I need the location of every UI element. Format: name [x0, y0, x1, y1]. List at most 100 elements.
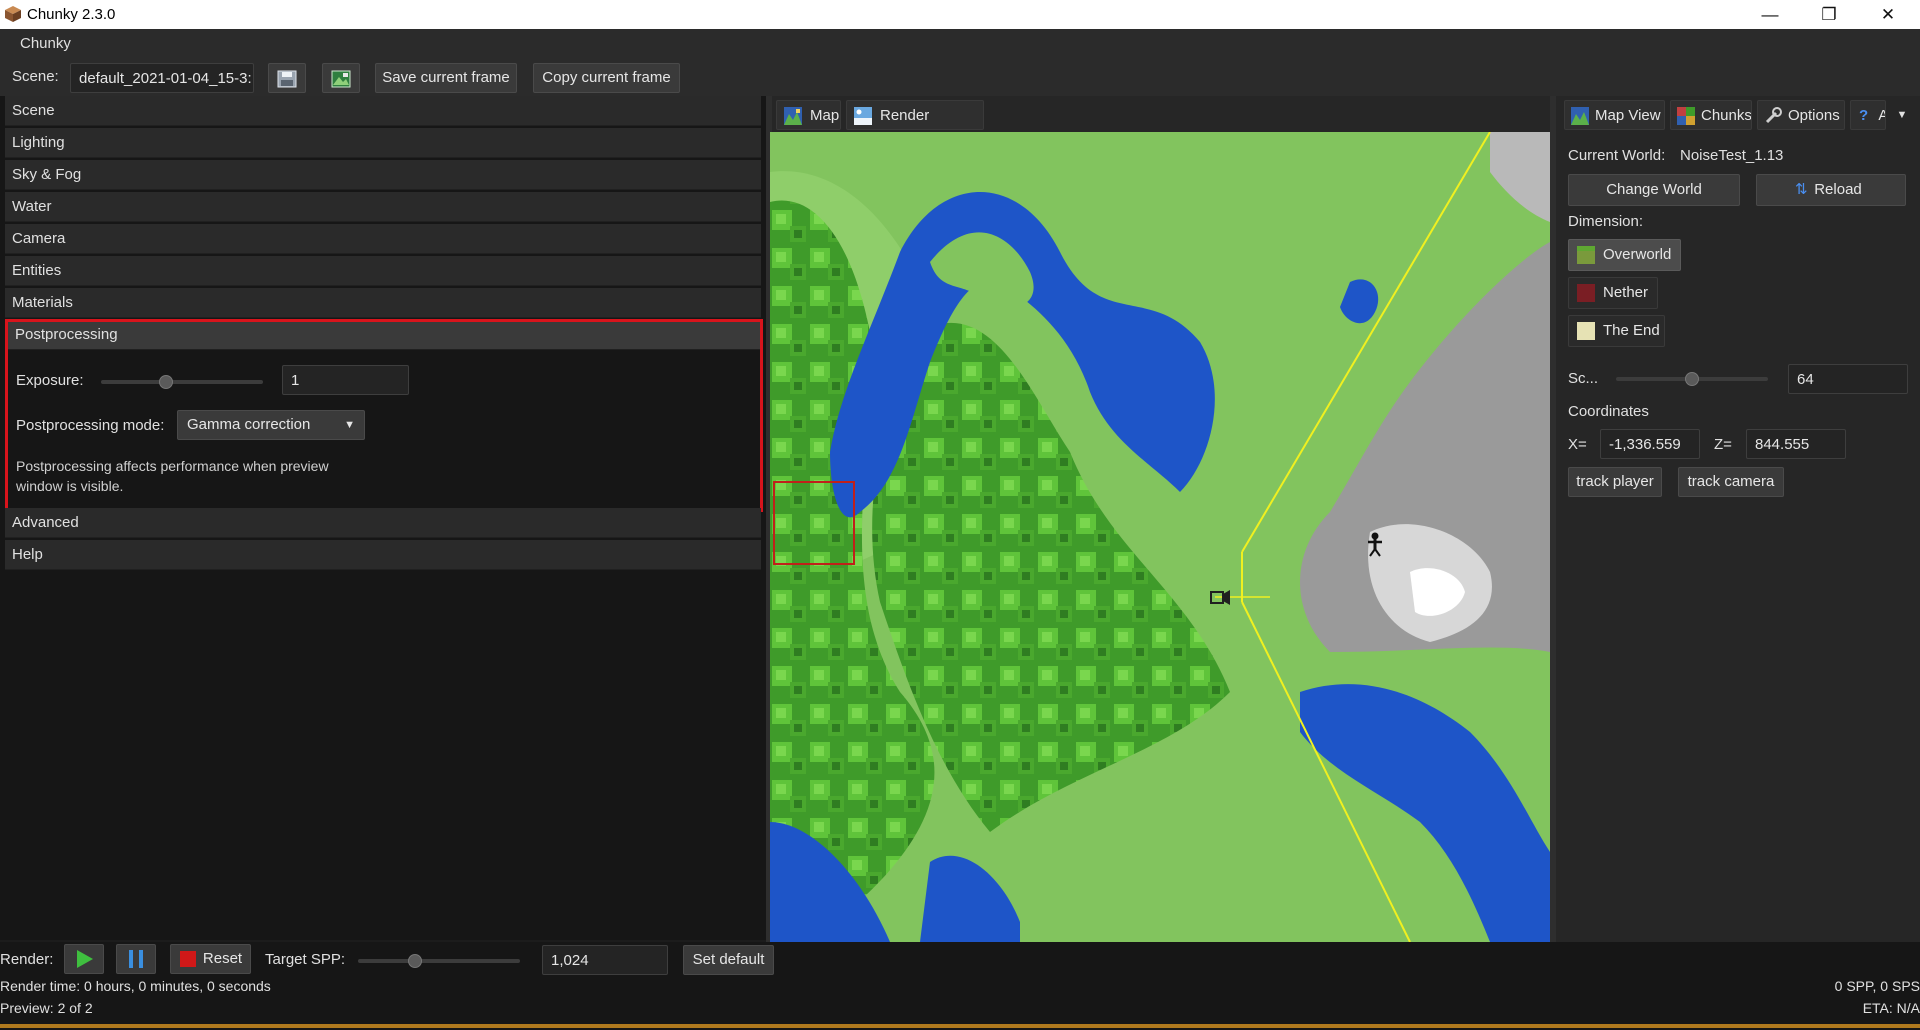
- exposure-input[interactable]: 1: [282, 365, 409, 395]
- change-world-button[interactable]: Change World: [1568, 174, 1740, 206]
- tab-map-view-label: Map View: [1595, 107, 1661, 124]
- tab-options-label: Options: [1788, 107, 1840, 124]
- scene-picture-icon: [331, 70, 351, 88]
- tab-help[interactable]: ? A: [1850, 100, 1886, 130]
- section-lighting[interactable]: Lighting: [5, 128, 761, 158]
- render-controls: Render: Reset Target SPP: 1,024 Set defa…: [0, 942, 1920, 1030]
- scene-label: Scene:: [12, 68, 59, 85]
- the-end-button[interactable]: The End: [1568, 315, 1665, 347]
- reset-label: Reset: [202, 950, 243, 967]
- tab-chunks[interactable]: Chunks: [1670, 100, 1752, 130]
- target-spp-slider-thumb[interactable]: [407, 954, 422, 968]
- end-stone-icon: [1577, 322, 1595, 340]
- target-spp-input[interactable]: 1,024: [542, 945, 668, 975]
- section-entities[interactable]: Entities: [5, 256, 761, 286]
- overworld-label: Overworld: [1603, 246, 1672, 263]
- render-progress-bar: [0, 1024, 1920, 1028]
- section-sky-fog[interactable]: Sky & Fog: [5, 160, 761, 190]
- nether-label: Nether: [1603, 284, 1649, 301]
- minimize-button[interactable]: —: [1741, 0, 1799, 29]
- x-label: X=: [1568, 436, 1587, 453]
- current-world-name: NoiseTest_1.13: [1680, 147, 1784, 164]
- tab-map-view[interactable]: Map View: [1564, 100, 1665, 130]
- stop-icon: [180, 951, 196, 967]
- postprocessing-mode-value: Gamma correction: [187, 416, 311, 433]
- netherrack-icon: [1577, 284, 1595, 302]
- load-scene-button[interactable]: [322, 63, 360, 93]
- scale-input[interactable]: 64: [1788, 364, 1908, 394]
- tab-overflow-dropdown[interactable]: ▼: [1890, 100, 1914, 130]
- reload-button[interactable]: ⇅ Reload: [1756, 174, 1906, 206]
- pause-icon: [129, 950, 143, 968]
- chevron-down-icon: ▼: [344, 419, 355, 431]
- section-materials[interactable]: Materials: [5, 288, 761, 318]
- world-map-view[interactable]: [770, 132, 1550, 942]
- menu-bar: Chunky: [0, 29, 1920, 58]
- start-render-button[interactable]: [64, 944, 104, 974]
- z-label: Z=: [1714, 436, 1732, 453]
- save-current-frame-button[interactable]: Save current frame: [375, 63, 517, 93]
- render-label: Render:: [0, 951, 54, 968]
- section-postprocessing[interactable]: Postprocessing: [8, 320, 760, 350]
- section-advanced[interactable]: Advanced: [5, 508, 761, 538]
- map-view-panel: Map View Chunks Options ? A ▼ Current Wo…: [1556, 96, 1920, 942]
- postprocessing-mode-label: Postprocessing mode:: [16, 417, 165, 434]
- section-water[interactable]: Water: [5, 192, 761, 222]
- render-preview-icon: [854, 107, 872, 125]
- current-world-label: Current World:: [1568, 147, 1666, 164]
- z-coordinate-input[interactable]: 844.555: [1746, 429, 1846, 459]
- section-camera[interactable]: Camera: [5, 224, 761, 254]
- scale-slider-thumb[interactable]: [1685, 372, 1699, 386]
- reload-label: Reload: [1814, 181, 1862, 198]
- dimension-label: Dimension:: [1568, 213, 1644, 230]
- chunks-icon: [1677, 107, 1695, 125]
- play-icon: [77, 950, 93, 968]
- track-player-button[interactable]: track player: [1568, 467, 1662, 497]
- postprocessing-mode-select[interactable]: Gamma correction ▼: [177, 410, 365, 440]
- exposure-label: Exposure:: [16, 372, 84, 389]
- tab-map[interactable]: Map: [776, 100, 841, 130]
- scene-name-input[interactable]: default_2021-01-04_15-3:: [70, 63, 254, 93]
- menu-chunky[interactable]: Chunky: [20, 35, 71, 52]
- map-view-icon: [1571, 107, 1589, 125]
- the-end-label: The End: [1603, 322, 1660, 339]
- coordinates-label: Coordinates: [1568, 403, 1649, 420]
- target-spp-slider[interactable]: [358, 959, 520, 963]
- reset-render-button[interactable]: Reset: [170, 944, 251, 974]
- pause-render-button[interactable]: [116, 944, 156, 974]
- scale-label: Sc...: [1568, 370, 1599, 387]
- wrench-icon: [1765, 107, 1782, 124]
- maximize-button[interactable]: ❐: [1800, 0, 1858, 29]
- grass-block-icon: [1577, 246, 1595, 264]
- scene-toolbar: Scene: default_2021-01-04_15-3: Save cur…: [0, 58, 1920, 96]
- copy-current-frame-button[interactable]: Copy current frame: [533, 63, 680, 93]
- center-tab-bar: Map Render Preview: [772, 96, 1550, 154]
- section-help[interactable]: Help: [5, 540, 761, 570]
- save-scene-button[interactable]: [268, 63, 306, 93]
- close-button[interactable]: ✕: [1859, 0, 1917, 29]
- map-terrain: [770, 132, 1550, 942]
- floppy-disk-icon: [277, 70, 297, 88]
- tab-chunks-label: Chunks: [1701, 107, 1752, 124]
- track-camera-button[interactable]: track camera: [1678, 467, 1784, 497]
- render-time-status: Render time: 0 hours, 0 minutes, 0 secon…: [0, 978, 271, 994]
- title-bar: Chunky 2.3.0 — ❐ ✕: [0, 0, 1920, 29]
- reload-icon: ⇅: [1795, 181, 1808, 198]
- postprocessing-note: Postprocessing affects performance when …: [16, 458, 329, 494]
- map-icon: [784, 107, 802, 125]
- exposure-slider[interactable]: [101, 380, 263, 384]
- tab-render-preview[interactable]: Render Preview: [846, 100, 984, 154]
- eta-status: ETA: N/A: [1862, 1000, 1920, 1016]
- preview-status: Preview: 2 of 2: [0, 1000, 93, 1016]
- tab-map-label: Map: [810, 107, 840, 124]
- overworld-button[interactable]: Overworld: [1568, 239, 1681, 271]
- set-default-button[interactable]: Set default: [683, 945, 774, 975]
- nether-button[interactable]: Nether: [1568, 277, 1658, 309]
- x-coordinate-input[interactable]: -1,336.559: [1600, 429, 1700, 459]
- exposure-slider-thumb[interactable]: [158, 375, 173, 389]
- tab-help-truncated-label: A: [1878, 107, 1885, 124]
- tab-options[interactable]: Options: [1757, 100, 1845, 130]
- section-scene[interactable]: Scene: [5, 96, 761, 126]
- window-title: Chunky 2.3.0: [27, 6, 116, 23]
- spp-status: 0 SPP, 0 SPS: [1834, 978, 1920, 994]
